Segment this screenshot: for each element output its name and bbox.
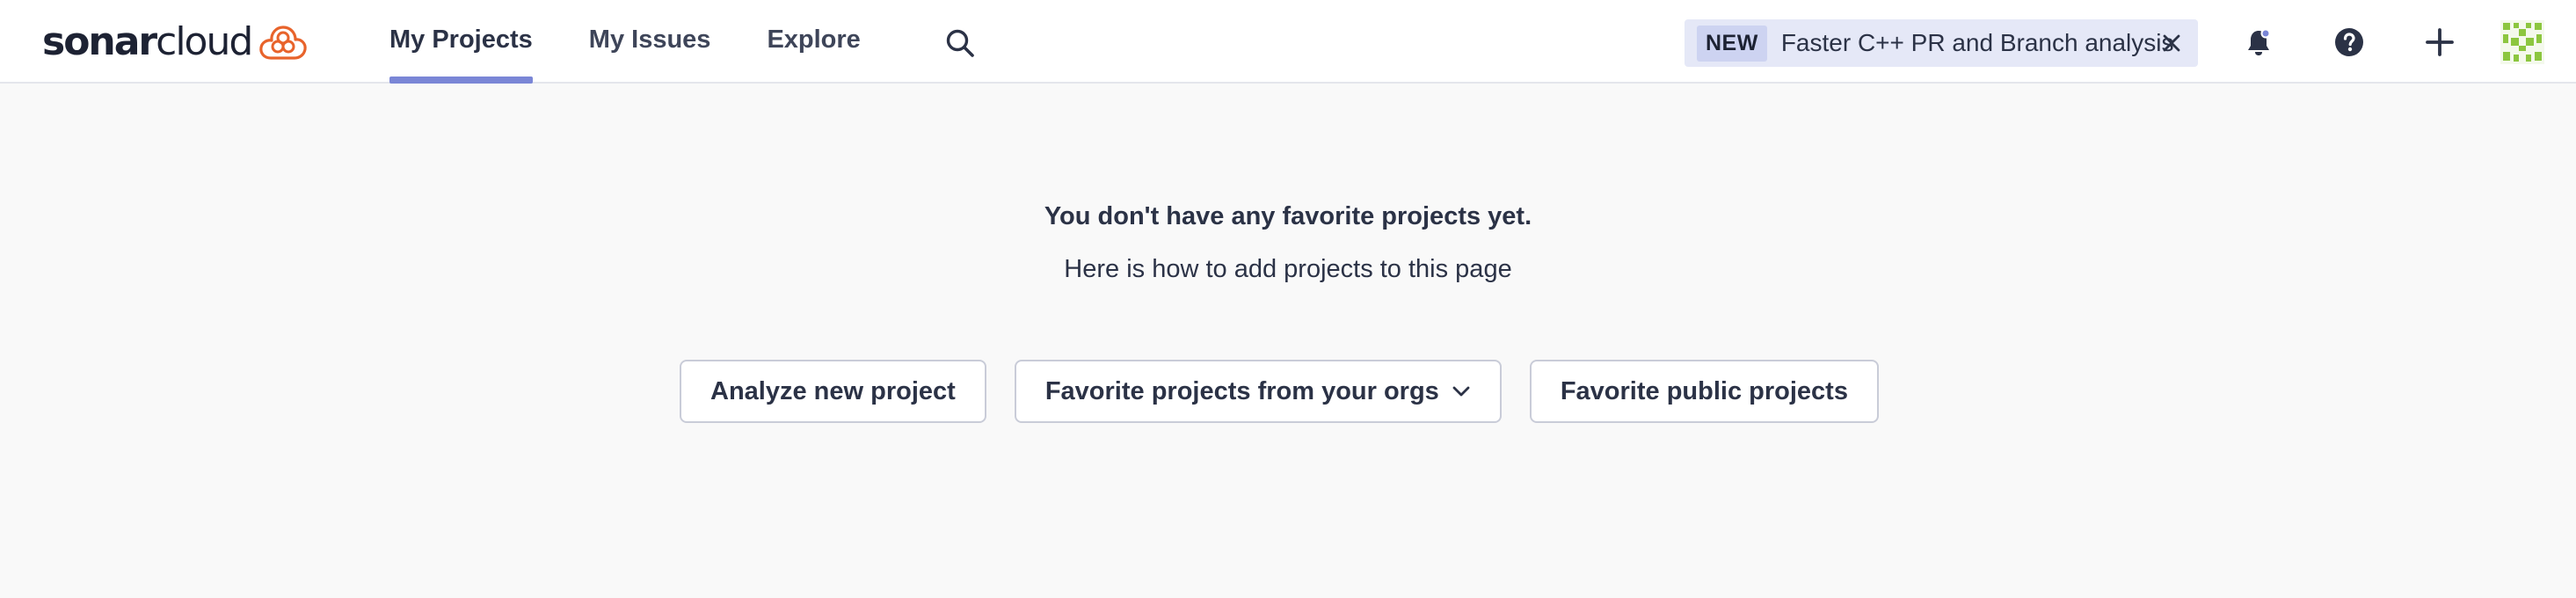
empty-state-subtitle: Here is how to add projects to this page bbox=[1064, 255, 1512, 283]
promo-text[interactable]: Faster C++ PR and Branch analysis bbox=[1781, 29, 2174, 57]
top-navigation-bar: sonarcloud My Projects My Issues Explore… bbox=[0, 0, 2576, 84]
chevron-down-icon bbox=[1452, 385, 1471, 397]
search-icon bbox=[946, 29, 974, 57]
favorite-org-projects-dropdown[interactable]: Favorite projects from your orgs bbox=[1014, 360, 1502, 423]
cloud-logo-icon bbox=[259, 26, 307, 60]
nav-explore[interactable]: Explore bbox=[767, 0, 860, 84]
new-badge: NEW bbox=[1697, 25, 1767, 62]
favorite-org-projects-label: Favorite projects from your orgs bbox=[1044, 376, 1439, 405]
analyze-new-project-label: Analyze new project bbox=[710, 376, 956, 405]
main-nav: My Projects My Issues Explore bbox=[389, 0, 917, 84]
close-icon bbox=[2163, 34, 2180, 52]
logo-wordmark: sonarcloud bbox=[42, 18, 253, 64]
help-button[interactable] bbox=[2328, 21, 2370, 63]
help-icon bbox=[2335, 28, 2363, 56]
nav-my-issues[interactable]: My Issues bbox=[589, 0, 711, 84]
bell-icon bbox=[2248, 28, 2271, 55]
identicon-avatar-icon bbox=[2500, 20, 2544, 64]
favorite-public-projects-label: Favorite public projects bbox=[1560, 376, 1848, 405]
analyze-new-project-button[interactable]: Analyze new project bbox=[680, 360, 986, 423]
promo-banner[interactable]: NEW Faster C++ PR and Branch analysis bbox=[1685, 19, 2198, 67]
favorite-public-projects-button[interactable]: Favorite public projects bbox=[1529, 360, 1879, 423]
search-button[interactable] bbox=[941, 24, 979, 62]
plus-icon bbox=[2426, 28, 2454, 56]
nav-my-projects[interactable]: My Projects bbox=[389, 0, 533, 84]
sonarcloud-logo[interactable]: sonarcloud bbox=[42, 18, 308, 65]
empty-state-actions: Analyze new project Favorite projects fr… bbox=[0, 360, 2576, 423]
create-button[interactable] bbox=[2419, 21, 2461, 63]
promo-close-button[interactable] bbox=[2158, 29, 2186, 57]
notifications-button[interactable] bbox=[2238, 21, 2280, 63]
user-avatar[interactable] bbox=[2500, 20, 2544, 64]
empty-state-title: You don't have any favorite projects yet… bbox=[1044, 202, 1532, 230]
